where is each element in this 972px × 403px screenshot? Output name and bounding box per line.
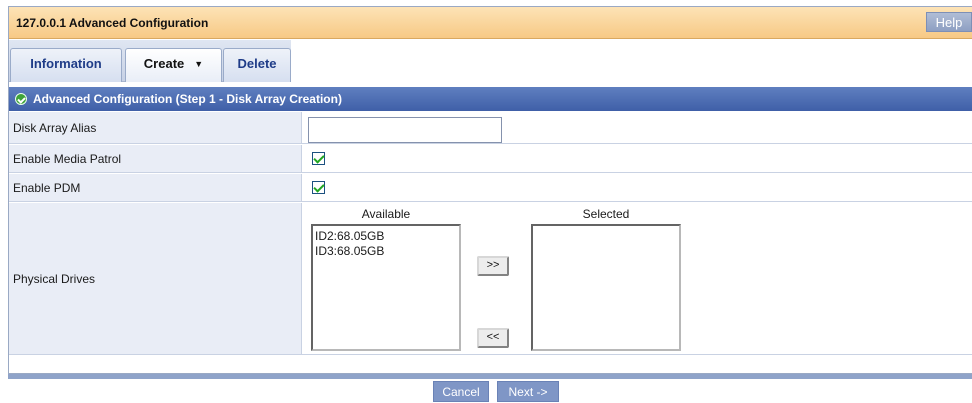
section-header: Advanced Configuration (Step 1 - Disk Ar… <box>9 87 972 111</box>
row-pdm: Enable PDM <box>9 174 972 202</box>
media-patrol-cell <box>303 145 972 172</box>
disk-array-alias-label: Disk Array Alias <box>9 112 302 143</box>
pdm-label: Enable PDM <box>9 174 302 201</box>
section-title: Advanced Configuration (Step 1 - Disk Ar… <box>33 92 342 106</box>
panel-bottom-bar <box>8 374 972 379</box>
check-circle-icon <box>15 93 27 105</box>
add-drive-button[interactable]: >> <box>477 256 509 276</box>
pdm-checkbox[interactable] <box>312 181 325 194</box>
pdm-cell <box>303 174 972 201</box>
window-title: 127.0.0.1 Advanced Configuration <box>16 16 209 30</box>
available-drives-list[interactable]: ID2:68.05GB ID3:68.05GB <box>311 224 461 351</box>
disk-array-alias-input[interactable] <box>308 117 502 143</box>
title-bar: 127.0.0.1 Advanced Configuration Help <box>9 7 972 39</box>
available-caption: Available <box>361 207 411 221</box>
tab-create-label: Create <box>143 56 185 71</box>
tab-information-label: Information <box>30 56 102 71</box>
tab-delete[interactable]: Delete <box>223 48 291 82</box>
row-media-patrol: Enable Media Patrol <box>9 145 972 173</box>
row-disk-array-alias: Disk Array Alias <box>9 112 972 144</box>
row-physical-drives: Physical Drives Available ID2:68.05GB ID… <box>9 203 972 355</box>
tab-strip: Information Create ▼ Delete <box>9 40 291 82</box>
help-button[interactable]: Help <box>926 12 972 32</box>
available-drive-option[interactable]: ID3:68.05GB <box>315 244 457 259</box>
tab-delete-label: Delete <box>237 56 277 71</box>
config-panel: 127.0.0.1 Advanced Configuration Help In… <box>8 6 972 374</box>
tab-information[interactable]: Information <box>10 48 122 82</box>
media-patrol-checkbox[interactable] <box>312 152 325 165</box>
next-button[interactable]: Next -> <box>497 381 559 402</box>
selected-drives-list[interactable] <box>531 224 681 351</box>
physical-drives-cell: Available ID2:68.05GB ID3:68.05GB >> << … <box>303 203 972 354</box>
tab-bar: Information Create ▼ Delete <box>9 40 972 82</box>
physical-drives-label: Physical Drives <box>9 203 302 354</box>
selected-caption: Selected <box>582 207 630 221</box>
chevron-down-icon[interactable]: ▼ <box>194 49 203 79</box>
available-drive-option[interactable]: ID2:68.05GB <box>315 229 457 244</box>
tab-create[interactable]: Create ▼ <box>125 48 222 82</box>
remove-drive-button[interactable]: << <box>477 328 509 348</box>
media-patrol-label: Enable Media Patrol <box>9 145 302 172</box>
disk-array-alias-cell <box>303 112 972 143</box>
cancel-button[interactable]: Cancel <box>433 381 489 402</box>
